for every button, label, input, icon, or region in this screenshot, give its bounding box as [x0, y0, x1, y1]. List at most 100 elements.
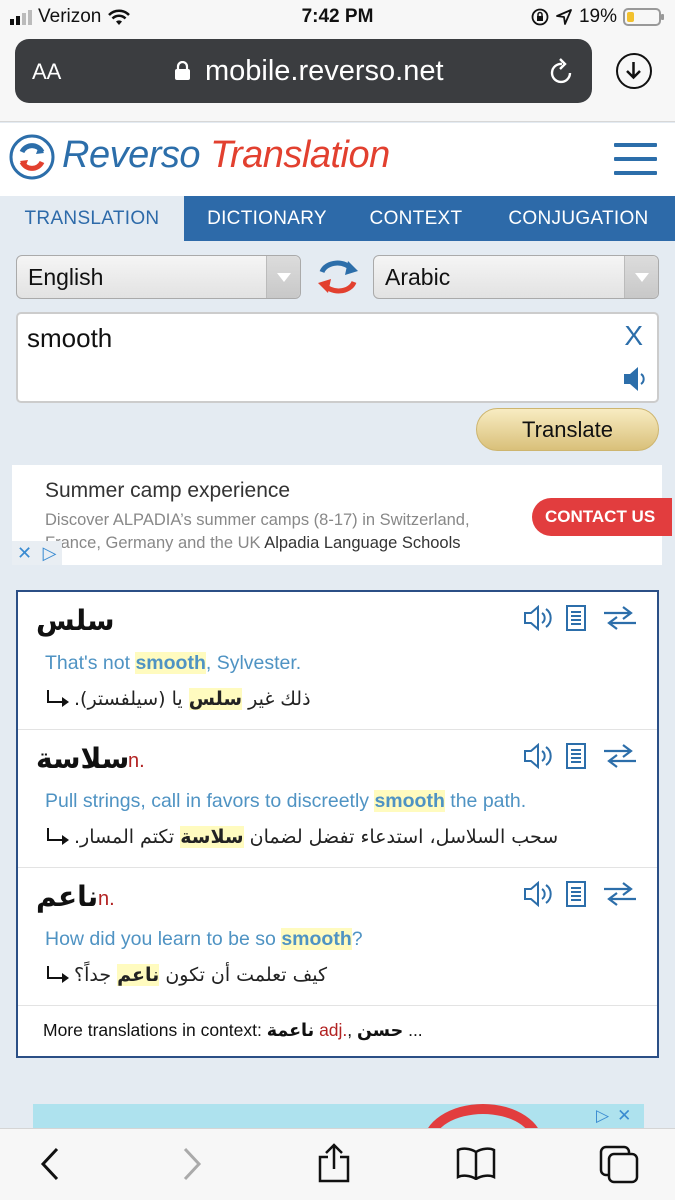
more-translation-link[interactable]: حسن	[357, 1021, 403, 1041]
example-target-sentence: سحب السلاسل، استدعاء تفضل لضمان سلاسة تك…	[74, 826, 558, 848]
forward-icon[interactable]	[180, 1146, 204, 1182]
ad-info-icon[interactable]: ▷	[37, 541, 62, 565]
speaker-icon[interactable]	[523, 605, 553, 631]
browser-bar: AA mobile.reverso.net	[0, 34, 675, 122]
logo-word-translation: Translation	[210, 134, 390, 176]
example-target-sentence: ذلك غير سلس يا (سيلفستر).	[74, 688, 311, 710]
reload-icon[interactable]	[548, 56, 576, 86]
source-language-value: English	[28, 264, 104, 290]
source-text-input[interactable]: smooth X	[16, 312, 659, 403]
ad-choices[interactable]: ✕ ▷	[12, 541, 62, 565]
speaker-icon[interactable]	[622, 364, 646, 394]
swap-languages-icon[interactable]	[314, 254, 362, 300]
example-source-text: That's not	[45, 652, 136, 674]
example-source-text: How did you learn to be so	[45, 928, 282, 950]
example-target-highlight: سلاسة	[180, 826, 244, 848]
ad-brand[interactable]: Alpadia Language Schools	[264, 534, 460, 552]
example-target: كيف تعلمت أن تكون ناعم جداً؟	[46, 964, 327, 986]
tabs-icon[interactable]	[598, 1144, 640, 1184]
ad-title[interactable]: Summer camp experience	[45, 479, 290, 503]
battery-percent: 19%	[578, 6, 617, 27]
battery-icon	[623, 8, 664, 26]
example-target-highlight: سلس	[188, 688, 243, 710]
tab-dictionary[interactable]: DICTIONARY	[184, 196, 350, 241]
reverso-logo-icon[interactable]	[9, 134, 55, 180]
document-icon[interactable]	[563, 604, 591, 632]
example-target: ذلك غير سلس يا (سيلفستر).	[46, 688, 311, 710]
text-size-button[interactable]: AA	[32, 59, 61, 85]
result-actions	[523, 604, 639, 632]
example-target-sentence: كيف تعلمت أن تكون ناعم جداً؟	[74, 964, 327, 986]
bookmarks-icon[interactable]	[456, 1146, 496, 1180]
result-entry: ناعم n. How did you learn to be so smoot…	[18, 868, 657, 1006]
tab-conjugation[interactable]: CONJUGATION	[482, 196, 675, 241]
ad-close-icon[interactable]: ✕	[617, 1106, 631, 1126]
result-actions	[523, 880, 639, 908]
chevron-down-icon	[266, 256, 300, 298]
ad-close-icon[interactable]: ✕	[12, 541, 37, 565]
result-word[interactable]: سلاسة	[36, 742, 129, 775]
translation-results: سلس That's not smooth, Sylvester. ذلك غي…	[16, 590, 659, 1058]
ad-banner[interactable]: Summer camp experience Discover ALPADIA’…	[12, 465, 672, 565]
source-text-value[interactable]: smooth	[27, 323, 112, 354]
swap-direction-icon[interactable]	[601, 605, 639, 631]
source-language-select[interactable]: English	[16, 255, 301, 299]
target-language-value: Arabic	[385, 264, 451, 290]
tab-translation[interactable]: TRANSLATION	[0, 196, 184, 241]
example-target: سحب السلاسل، استدعاء تفضل لضمان سلاسة تك…	[46, 826, 558, 848]
site-logo[interactable]: Reverso Translation	[62, 134, 390, 177]
swap-direction-icon[interactable]	[601, 743, 639, 769]
more-translation-link[interactable]: ناعمة	[267, 1021, 314, 1041]
address-bar[interactable]: AA mobile.reverso.net	[15, 39, 592, 103]
swap-direction-icon[interactable]	[601, 881, 639, 907]
download-button[interactable]	[616, 53, 652, 89]
location-icon	[556, 9, 572, 25]
result-word[interactable]: ناعم	[36, 880, 98, 913]
more-translations-label: More translations in context:	[43, 1020, 262, 1040]
download-icon	[626, 62, 641, 80]
site-header: Reverso Translation	[0, 123, 675, 196]
more-ellipsis[interactable]: ...	[408, 1020, 423, 1040]
example-target-highlight: ناعم	[117, 964, 160, 986]
part-of-speech: adj.	[319, 1020, 348, 1040]
lock-icon	[175, 61, 190, 80]
more-translations: More translations in context: ناعمة adj.…	[43, 1020, 423, 1041]
url-text: mobile.reverso.net	[205, 55, 444, 87]
speaker-icon[interactable]	[523, 881, 553, 907]
back-icon[interactable]	[38, 1146, 62, 1182]
bottom-ad-choices[interactable]: ▷ ✕	[596, 1106, 631, 1126]
example-target-text: سحب السلاسل، استدعاء تفضل لضمان	[243, 826, 559, 848]
part-of-speech: n.	[128, 750, 145, 772]
return-arrow-icon	[47, 828, 69, 845]
document-icon[interactable]	[563, 880, 591, 908]
separator: ,	[347, 1020, 353, 1040]
speaker-icon[interactable]	[523, 743, 553, 769]
example-source: How did you learn to be so smooth?	[45, 928, 363, 951]
status-bar: Verizon 7:42 PM 19%	[0, 0, 675, 34]
example-target-text: جداً؟	[74, 964, 118, 986]
ad-contact-button[interactable]: CONTACT US	[532, 498, 672, 536]
example-target-text: تكتم المسار.	[74, 826, 181, 848]
example-source-text: , Sylvester.	[205, 652, 302, 674]
ad-info-icon[interactable]: ▷	[596, 1106, 609, 1126]
chevron-down-icon	[624, 256, 658, 298]
return-arrow-icon	[47, 966, 69, 983]
example-source-highlight: smooth	[135, 652, 206, 674]
result-word[interactable]: سلس	[36, 604, 115, 637]
example-source-highlight: smooth	[281, 928, 352, 950]
menu-icon[interactable]	[614, 143, 657, 175]
main-tabs: TRANSLATION DICTIONARY CONTEXT CONJUGATI…	[0, 196, 675, 241]
translate-button[interactable]: Translate	[476, 408, 659, 451]
ad-description: Discover ALPADIA’s summer camps (8-17) i…	[45, 509, 515, 555]
share-icon[interactable]	[316, 1143, 352, 1183]
target-language-select[interactable]: Arabic	[373, 255, 659, 299]
example-source-text: Pull strings, call in favors to discreet…	[45, 790, 375, 812]
tab-context[interactable]: CONTEXT	[350, 196, 482, 241]
result-entry: سلاسة n. Pull strings, call in favors to…	[18, 730, 657, 868]
example-source: That's not smooth, Sylvester.	[45, 652, 301, 675]
example-target-text: يا (سيلفستر).	[74, 688, 189, 710]
result-actions	[523, 742, 639, 770]
document-icon[interactable]	[563, 742, 591, 770]
example-target-text: ذلك غير	[242, 688, 311, 710]
clear-input-button[interactable]: X	[624, 320, 643, 352]
